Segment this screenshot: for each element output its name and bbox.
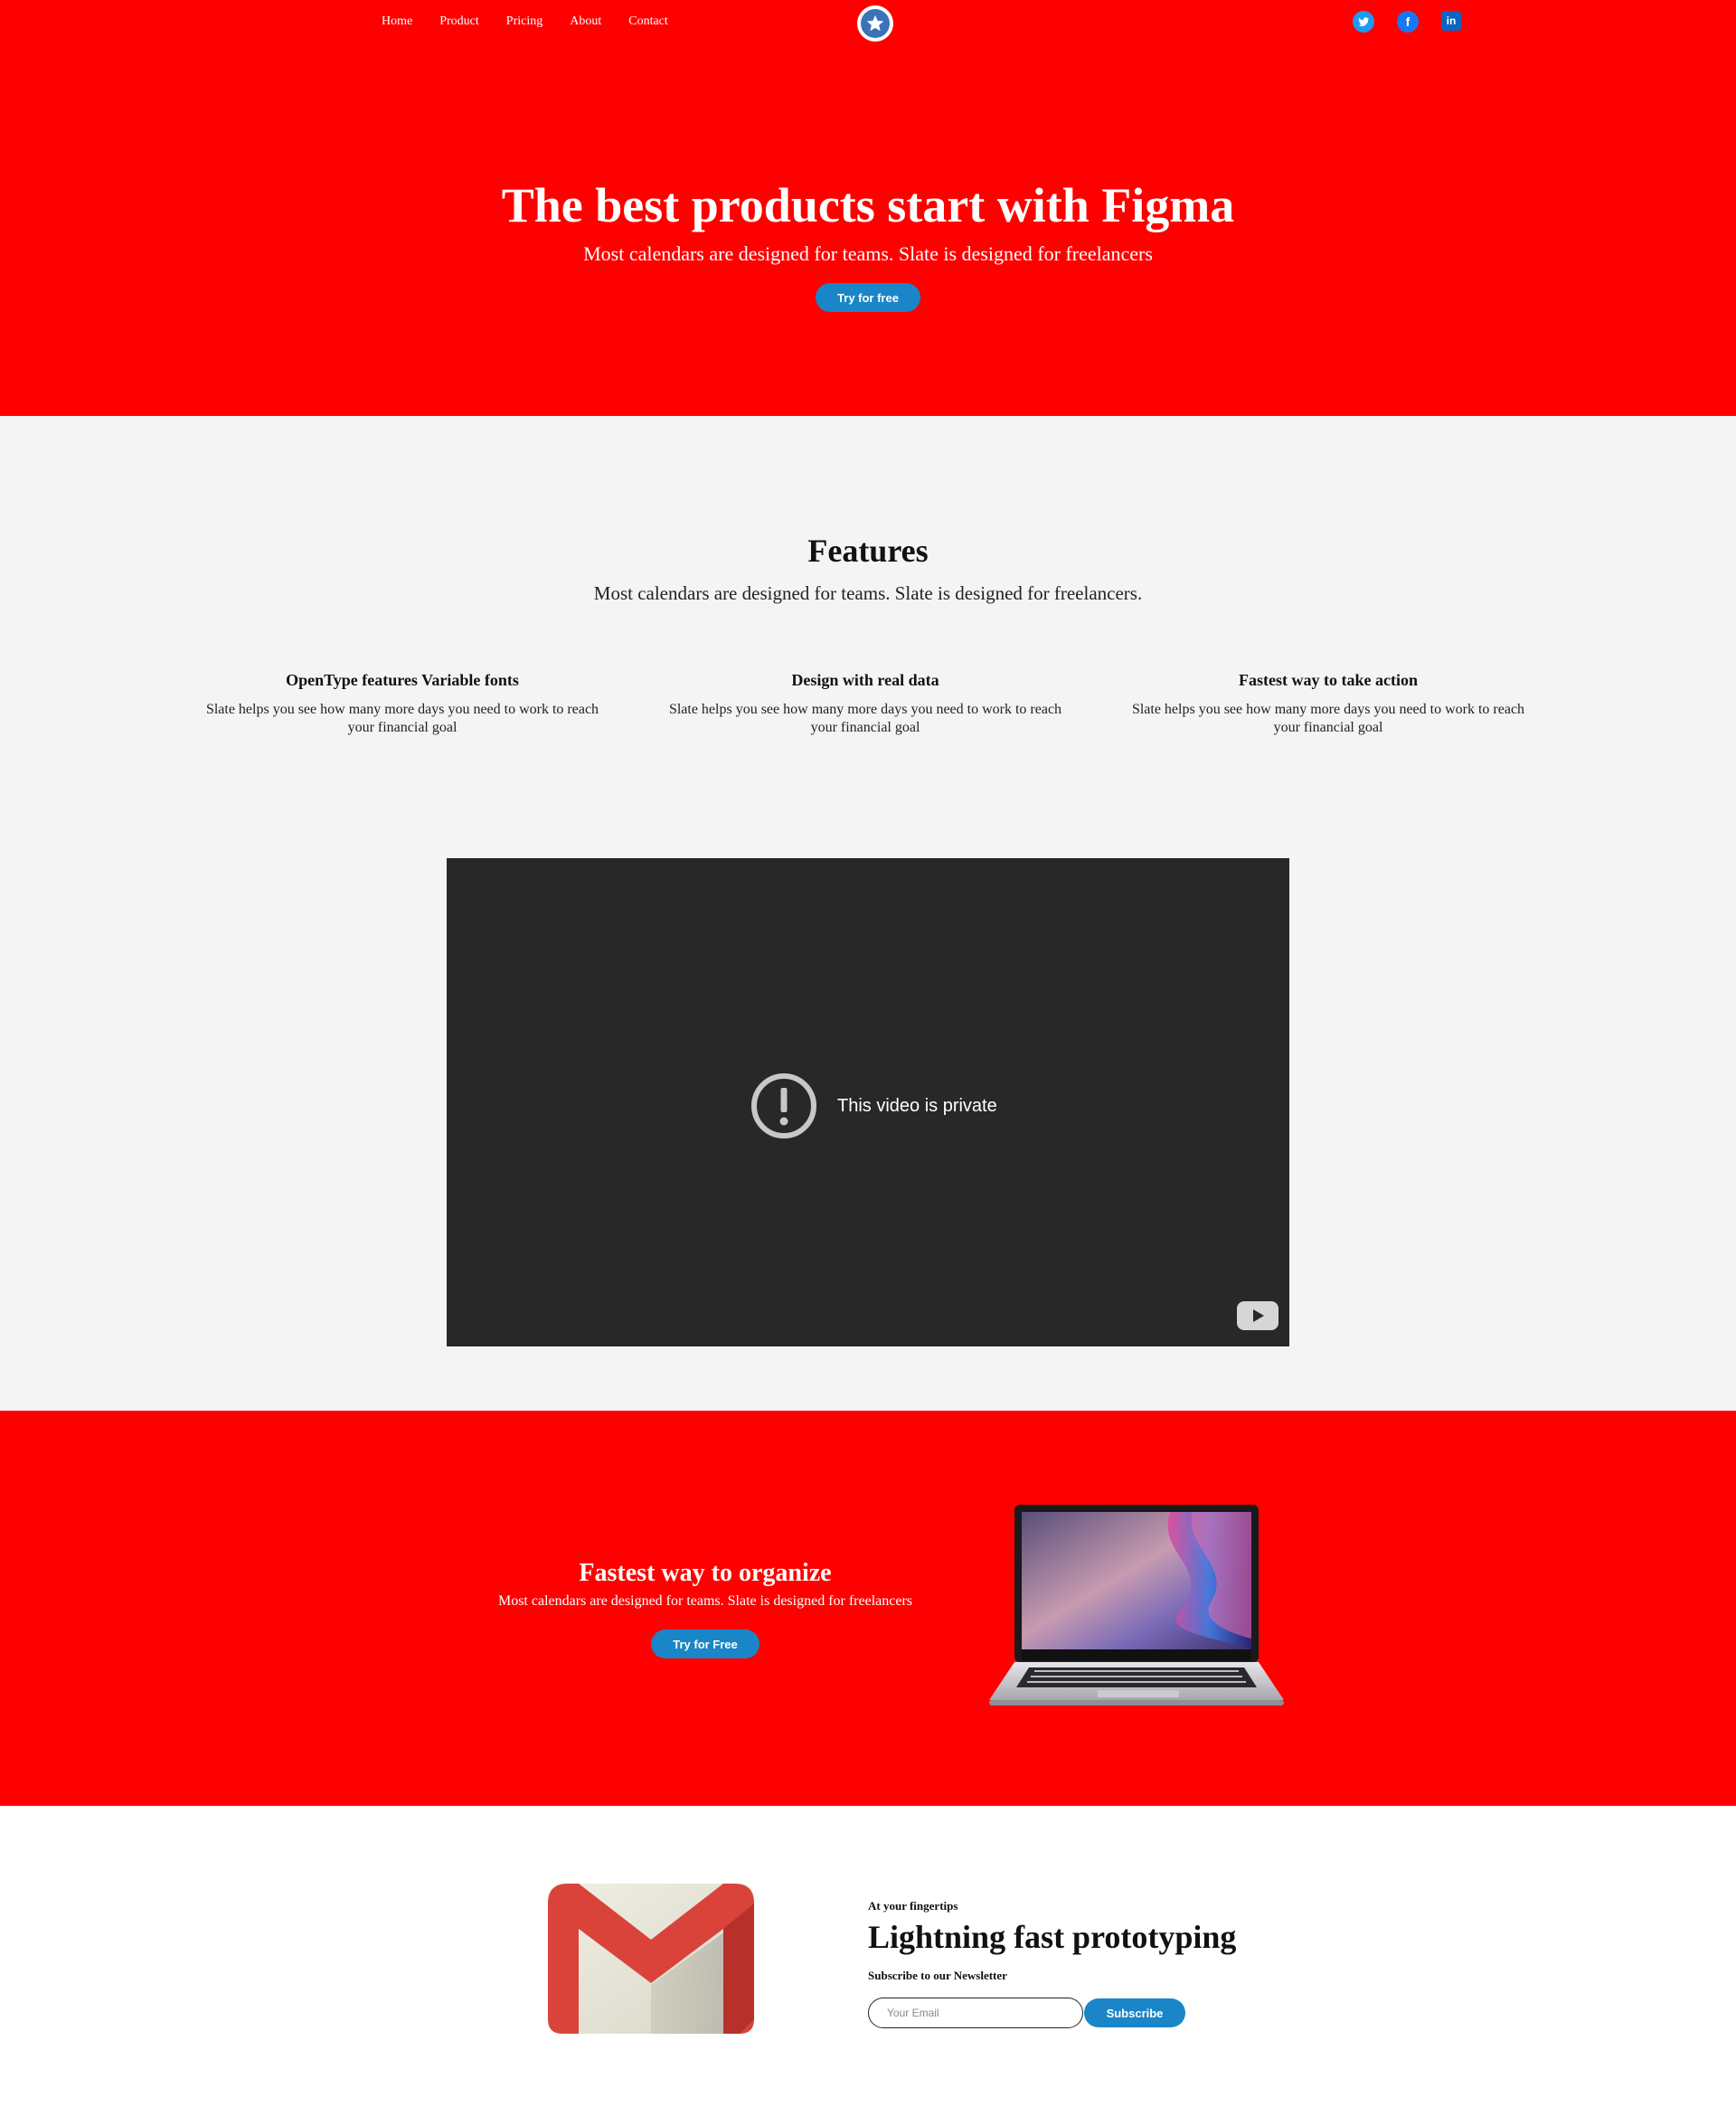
hero-subtitle: Most calendars are designed for teams. S… — [583, 242, 1153, 265]
main-nav: Home Product Pricing About Contact — [382, 14, 695, 29]
features-subtitle: Most calendars are designed for teams. S… — [593, 582, 1143, 604]
hero-section: Home Product Pricing About Contact f in … — [0, 0, 1736, 416]
feature-text: Slate helps you see how many more days y… — [205, 702, 599, 735]
laptop-illustration — [989, 1505, 1284, 1705]
youtube-icon[interactable] — [1237, 1301, 1278, 1335]
facebook-glyph: f — [1405, 14, 1410, 29]
nav-pricing-link[interactable]: Pricing — [506, 14, 542, 29]
feature-text: Slate helps you see how many more days y… — [1131, 702, 1525, 735]
facebook-icon[interactable]: f — [1397, 11, 1419, 33]
try-for-free-button[interactable]: Try for free — [816, 283, 920, 312]
nav-home-link[interactable]: Home — [382, 14, 412, 29]
feature-title: Design with real data — [791, 671, 939, 689]
logo-badge — [861, 9, 890, 38]
linkedin-glyph: in — [1446, 14, 1457, 27]
nav-product-link[interactable]: Product — [439, 14, 479, 29]
feature-card: Design with real data Slate helps you se… — [666, 671, 1064, 737]
nav-about-link[interactable]: About — [570, 14, 601, 29]
feature-card: OpenType features Variable fonts Slate h… — [203, 671, 601, 737]
organize-section: Fastest way to organize Most calendars a… — [0, 1411, 1736, 1806]
feature-title: OpenType features Variable fonts — [286, 671, 519, 689]
video-player[interactable]: This video is private — [447, 858, 1289, 1346]
social-links: f in — [1353, 11, 1461, 33]
twitter-icon[interactable] — [1353, 11, 1374, 33]
newsletter-section: At your fingertips Lightning fast protot… — [0, 1806, 1736, 2116]
features-title: Features — [807, 533, 929, 569]
feature-text: Slate helps you see how many more days y… — [668, 702, 1062, 735]
video-message-text: This video is private — [837, 1095, 997, 1116]
try-for-free-organize-button[interactable]: Try for Free — [651, 1630, 760, 1658]
youtube-logo — [1237, 1301, 1278, 1330]
feature-card: Fastest way to take action Slate helps y… — [1129, 671, 1527, 737]
laptop-image — [989, 1503, 1288, 1715]
organize-title: Fastest way to organize — [579, 1559, 832, 1587]
gmail-envelope-icon — [548, 1884, 754, 2034]
star-circle-icon[interactable] — [857, 5, 893, 42]
video-private-message: This video is private — [750, 1072, 997, 1139]
newsletter-subtitle: Subscribe to our Newsletter — [868, 1969, 1007, 1982]
linkedin-icon[interactable]: in — [1441, 11, 1461, 31]
newsletter-title: Lightning fast prototyping — [868, 1919, 1237, 1955]
gmail-logo — [548, 1884, 754, 2038]
newsletter-kicker: At your fingertips — [868, 1899, 958, 1913]
feature-title: Fastest way to take action — [1239, 671, 1418, 689]
nav-contact-link[interactable]: Contact — [628, 14, 668, 29]
alert-circle-icon — [751, 1073, 816, 1138]
star-icon — [866, 14, 884, 32]
subscribe-button[interactable]: Subscribe — [1084, 1998, 1185, 2027]
twitter-bird-icon — [1358, 17, 1370, 27]
email-input[interactable] — [868, 1998, 1083, 2028]
organize-subtitle: Most calendars are designed for teams. S… — [497, 1593, 913, 1609]
hero-title: The best products start with Figma — [501, 178, 1235, 232]
features-section: Features Most calendars are designed for… — [0, 416, 1736, 1411]
